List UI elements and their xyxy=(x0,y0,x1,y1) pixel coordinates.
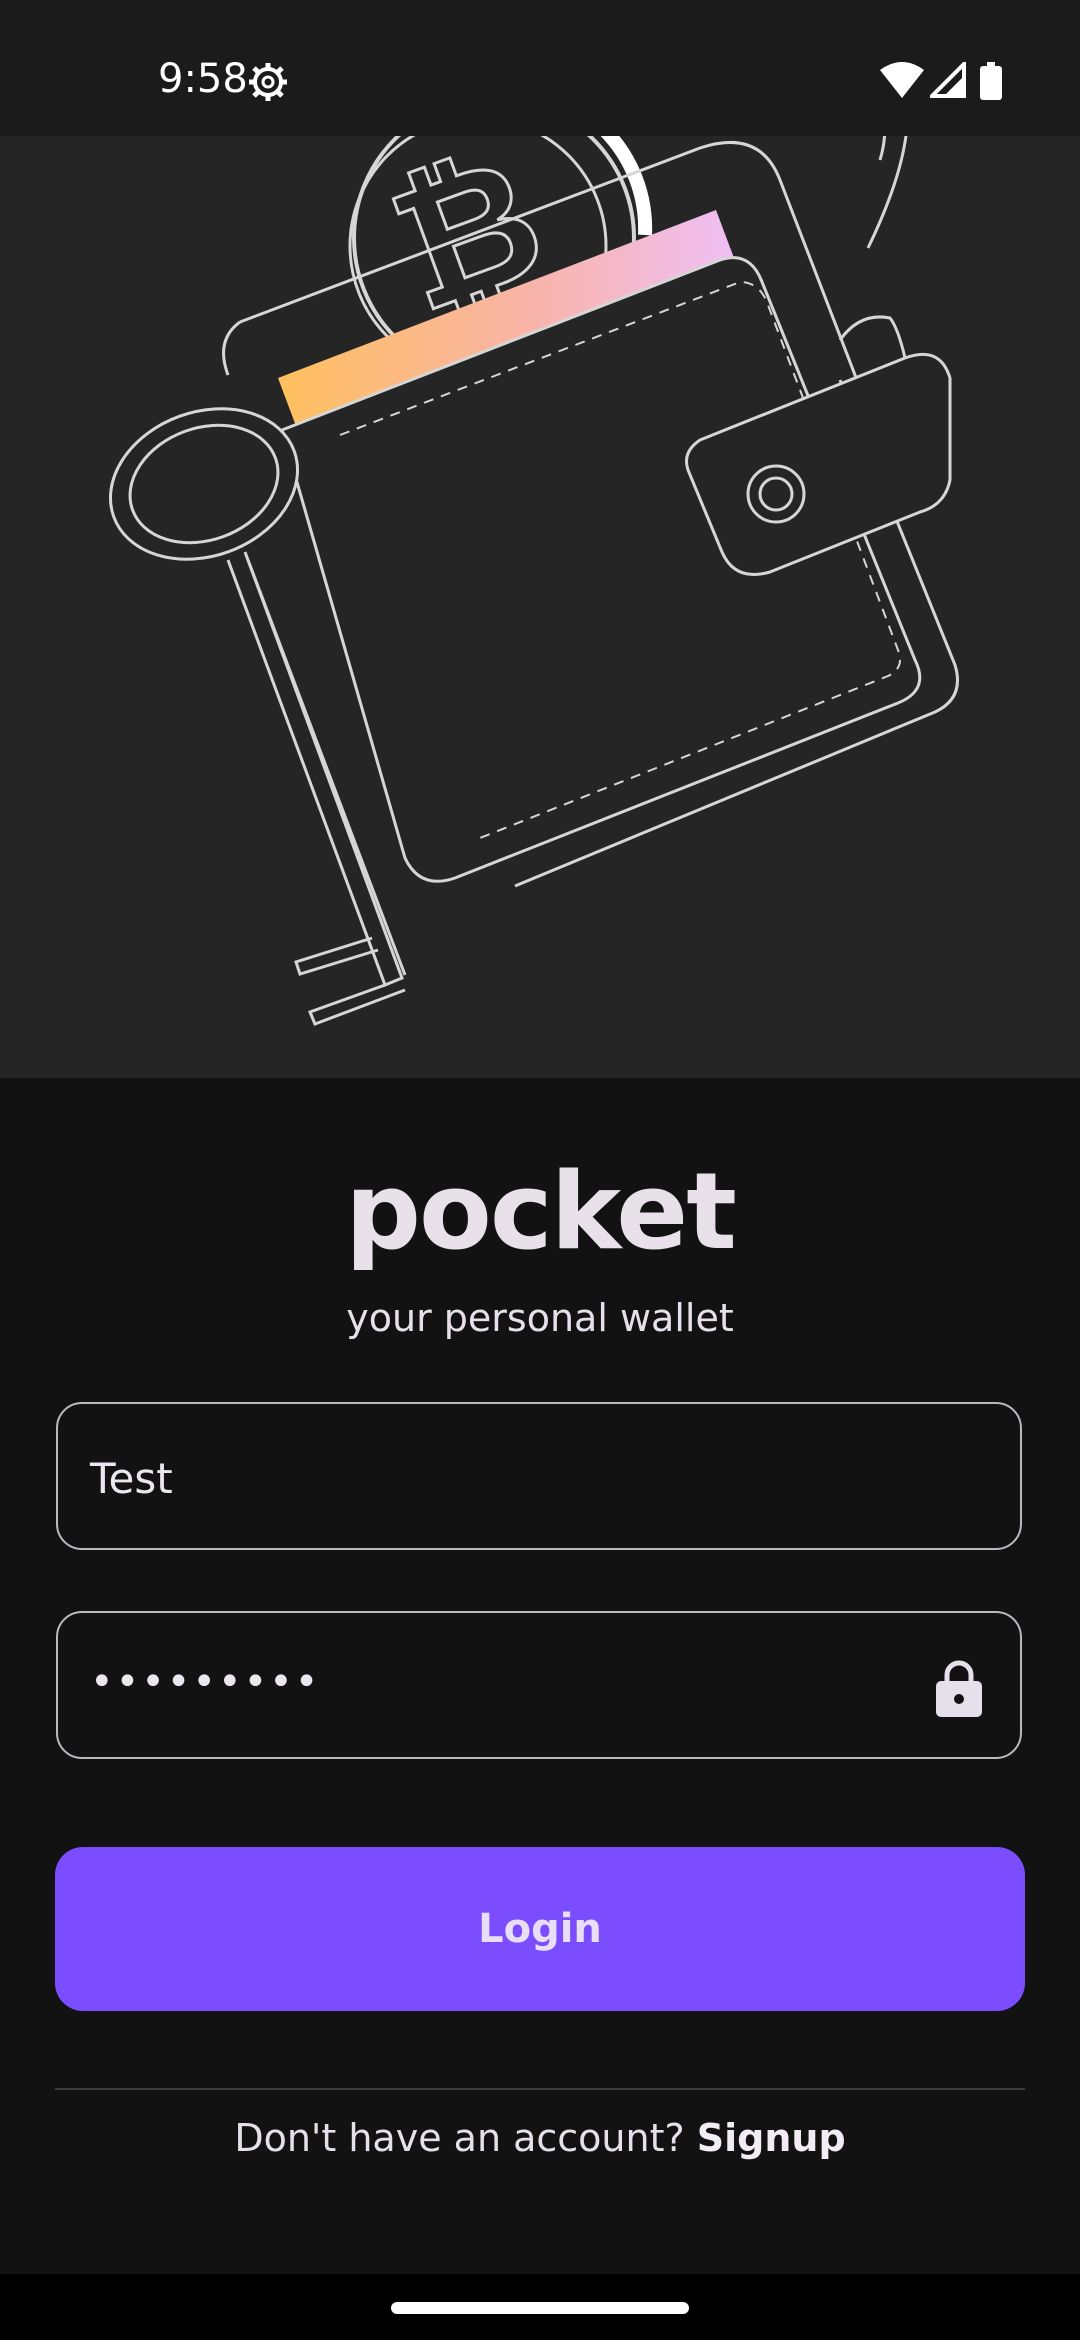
status-time: 9:58 xyxy=(158,56,248,102)
lock-icon[interactable] xyxy=(936,1659,982,1721)
wallet-illustration: ₿ xyxy=(108,136,959,1026)
app-subtitle: your personal wallet xyxy=(346,1296,734,1340)
login-button[interactable]: Login xyxy=(55,1847,1025,2011)
status-bar: 9:58 xyxy=(0,0,1080,136)
username-field[interactable]: Test xyxy=(56,1402,1022,1550)
signup-row: Don't have an account? Signup xyxy=(0,2116,1080,2160)
cell-signal-icon xyxy=(927,59,966,102)
signup-prompt: Don't have an account? xyxy=(234,2116,685,2160)
signup-link[interactable]: Signup xyxy=(697,2116,846,2160)
settings-gear-icon xyxy=(248,62,288,106)
password-field[interactable]: ••••••••• xyxy=(56,1611,1022,1759)
hero-illustration: ₿ xyxy=(0,136,1080,1078)
username-value: Test xyxy=(90,1454,173,1503)
wifi-icon xyxy=(880,62,924,102)
battery-icon xyxy=(980,62,1002,104)
password-value: ••••••••• xyxy=(90,1659,321,1705)
divider xyxy=(55,2088,1025,2090)
app-title: pocket xyxy=(345,1150,737,1273)
home-gesture-handle[interactable] xyxy=(391,2302,689,2314)
